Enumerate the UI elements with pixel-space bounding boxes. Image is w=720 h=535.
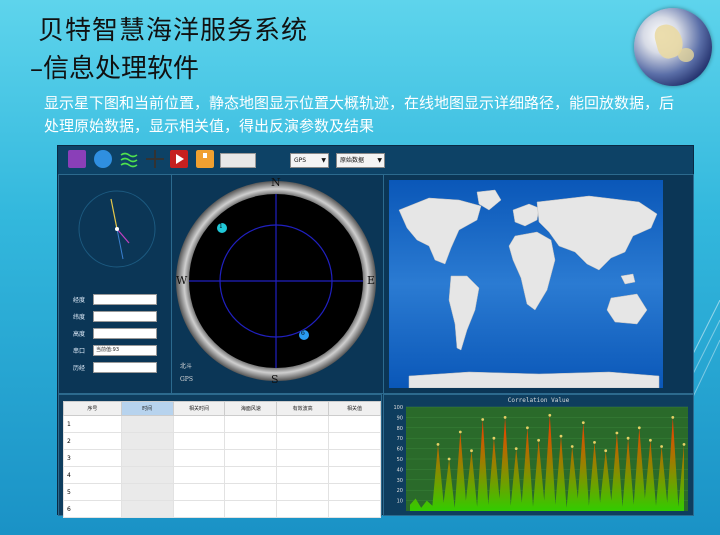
table-row[interactable]: 2 bbox=[63, 432, 381, 450]
latitude-field[interactable] bbox=[93, 311, 157, 322]
table-row[interactable]: 4 bbox=[63, 466, 381, 484]
table-row[interactable]: 3 bbox=[63, 449, 381, 467]
data-point bbox=[548, 413, 552, 417]
gps-select[interactable]: GPS ▼ bbox=[290, 153, 329, 168]
data-point bbox=[481, 418, 485, 421]
data-point bbox=[626, 436, 630, 440]
history-label: 历经 bbox=[73, 365, 86, 372]
beidou-legend: 北斗 bbox=[180, 363, 193, 370]
clock-dial bbox=[78, 190, 156, 268]
satellite-6-label: 6 bbox=[301, 330, 305, 337]
skyplot-panel: N S W E 1 6 北斗 GPS bbox=[171, 174, 384, 394]
table-header[interactable]: 时间 bbox=[120, 401, 174, 416]
history-field[interactable] bbox=[93, 362, 157, 373]
table-header[interactable]: 海面风速 bbox=[224, 401, 278, 416]
toolbar: GPS ▼ 原始数据 ▼ bbox=[58, 146, 693, 174]
y-tick-label: 20 bbox=[397, 488, 403, 494]
y-tick-label: 30 bbox=[397, 478, 403, 484]
table-row[interactable]: 6 bbox=[63, 500, 381, 518]
serial-port-field[interactable]: 当前值:93 bbox=[93, 345, 157, 356]
world-map[interactable] bbox=[389, 180, 663, 388]
skyplot bbox=[176, 181, 376, 381]
data-point bbox=[436, 443, 440, 446]
y-tick-label: 100 bbox=[393, 405, 403, 411]
data-point bbox=[503, 416, 507, 419]
y-tick-label: 60 bbox=[397, 447, 403, 453]
wave-icon[interactable] bbox=[120, 150, 138, 168]
y-tick-label: 10 bbox=[397, 499, 403, 505]
data-table-panel: 序号 时间 相关时间 海面风速 有效波高 相关值 1 2 3 4 5 6 bbox=[58, 394, 382, 518]
data-point bbox=[492, 436, 496, 440]
gps-legend: GPS bbox=[180, 376, 193, 383]
south-label: S bbox=[271, 373, 279, 386]
map-panel bbox=[383, 174, 694, 394]
data-point bbox=[537, 438, 540, 442]
archive-icon[interactable] bbox=[196, 150, 214, 168]
data-point bbox=[671, 416, 675, 419]
serial-port-label: 串口 bbox=[73, 348, 86, 355]
position-panel: 经度 纬度 高度 串口 当前值:93 历经 bbox=[58, 174, 172, 394]
data-point bbox=[458, 430, 462, 434]
y-tick-label: 50 bbox=[397, 457, 403, 463]
north-label: N bbox=[271, 176, 281, 189]
data-point bbox=[470, 449, 473, 453]
data-point bbox=[447, 457, 451, 461]
longitude-field[interactable] bbox=[93, 294, 157, 305]
table-header[interactable]: 有效波高 bbox=[276, 401, 330, 416]
globe-logo bbox=[634, 8, 712, 86]
data-point bbox=[514, 447, 518, 450]
app-window: GPS ▼ 原始数据 ▼ 经度 纬度 高度 串口 当前值:93 历经 N S W… bbox=[57, 145, 694, 518]
table-row[interactable]: 5 bbox=[63, 483, 381, 501]
data-point bbox=[604, 449, 608, 453]
y-tick-label: 80 bbox=[397, 426, 403, 432]
y-tick-label: 40 bbox=[397, 467, 403, 473]
crosshair-icon[interactable] bbox=[146, 150, 164, 168]
slide-title: 贝特智慧海洋服务系统 bbox=[38, 16, 309, 46]
slide-description: 显示星下图和当前位置，静态地图显示位置大概轨迹，在线地图显示详细路径，能回放数据… bbox=[44, 94, 675, 135]
y-tick-label: 70 bbox=[397, 436, 403, 442]
table-row[interactable]: 1 bbox=[63, 415, 381, 433]
data-point bbox=[581, 421, 585, 424]
data-point bbox=[660, 445, 663, 448]
y-tick-label: 90 bbox=[397, 415, 403, 421]
document-icon[interactable] bbox=[68, 150, 86, 168]
data-point bbox=[649, 438, 652, 442]
globe-icon[interactable] bbox=[94, 150, 112, 168]
latitude-label: 纬度 bbox=[73, 314, 86, 321]
altitude-label: 高度 bbox=[73, 331, 86, 338]
data-source-select[interactable]: 原始数据 ▼ bbox=[336, 153, 385, 168]
slide-subtitle: –信息处理软件 bbox=[30, 54, 200, 84]
data-point bbox=[682, 443, 686, 446]
data-point bbox=[615, 431, 619, 435]
play-icon[interactable] bbox=[170, 150, 188, 168]
chart-title: Correlation Value bbox=[507, 397, 570, 404]
satellite-1-label: 1 bbox=[219, 223, 223, 230]
correlation-chart: 100 90 80 70 60 50 40 30 20 10 bbox=[393, 405, 688, 511]
east-label: E bbox=[367, 274, 376, 287]
data-point bbox=[570, 445, 574, 448]
table-header[interactable]: 序号 bbox=[63, 401, 122, 416]
west-label: W bbox=[176, 274, 188, 287]
correlation-chart-panel: Correlation Value 100 90 80 70 60 50 40 30 20 10 bbox=[383, 394, 694, 516]
data-point bbox=[526, 426, 529, 430]
data-point bbox=[593, 441, 596, 444]
altitude-field[interactable] bbox=[93, 328, 157, 339]
blank-button[interactable] bbox=[220, 153, 256, 168]
data-point bbox=[559, 434, 563, 438]
table-header[interactable]: 相关值 bbox=[328, 401, 381, 416]
data-point bbox=[637, 426, 641, 430]
longitude-label: 经度 bbox=[73, 297, 86, 304]
table-header[interactable]: 相关时间 bbox=[172, 401, 226, 416]
data-table: 序号 时间 相关时间 海面风速 有效波高 相关值 1 2 3 4 5 6 bbox=[63, 401, 381, 518]
